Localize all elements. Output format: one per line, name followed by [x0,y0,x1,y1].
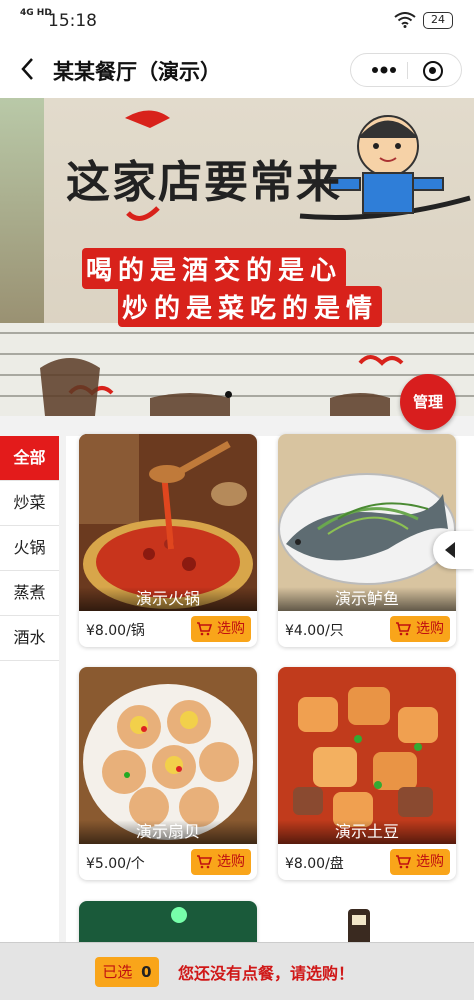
product-card[interactable]: 演示鲈鱼 ¥4.00/只 选购 [278,434,456,647]
navigation-bar: 某某餐厅（演示） [0,42,474,98]
mini-program-capsule [350,53,462,87]
scallop-image [79,667,257,844]
buy-button[interactable]: 选购 [191,616,251,642]
banner-sign-headline: 这家店要常来 [66,157,342,208]
product-card[interactable]: 演示土豆 ¥8.00/盘 选购 [278,667,456,880]
triangle-left-icon [445,542,455,558]
page-title: 某某餐厅（演示） [53,60,221,84]
order-hint: 您还没有点餐，请选购！ [178,964,355,983]
chevron-left-icon [21,58,33,80]
product-name: 演示鲈鱼 [278,587,456,611]
more-button[interactable] [361,54,406,86]
battery-icon: 24 [423,12,453,29]
cart-icon [396,622,411,636]
selected-count-button[interactable]: 已选 0 [95,957,159,987]
fish-image [278,434,456,611]
category-hotpot[interactable]: 火锅 [0,526,59,571]
product-card[interactable]: 演示扇贝 ¥5.00/个 选购 [79,667,257,880]
more-dots-icon [371,66,396,74]
product-card[interactable]: 演示火锅 ¥8.00/锅 选购 [79,434,257,647]
product-price: ¥8.00/盘 [285,856,344,872]
buy-label: 选购 [416,854,444,870]
category-steamed[interactable]: 蒸煮 [0,571,59,616]
manage-button[interactable]: 管理 [400,374,456,430]
product-price: ¥5.00/个 [86,856,145,872]
wifi-icon [394,12,416,28]
selected-label: 已选 [102,963,133,981]
potato-image [278,667,456,844]
product-grid: 演示火锅 ¥8.00/锅 选购 演示鲈鱼 ¥4.00/只 选购 演示扇贝 ¥5.… [66,434,474,961]
product-price: ¥4.00/只 [285,623,344,639]
banner-carousel[interactable]: 这家店要常来 喝的是酒交的是心 炒的是菜吃的是情 [0,98,474,416]
order-bottom-bar: 已选 0 您还没有点餐，请选购！ [0,942,474,1000]
product-price: ¥8.00/锅 [86,623,145,639]
cart-icon [396,855,411,869]
category-sidebar: 全部 炒菜 火锅 蒸煮 酒水 [0,436,59,956]
product-name: 演示扇贝 [79,820,257,844]
close-mini-program-button[interactable] [423,61,443,81]
buy-label: 选购 [416,621,444,637]
category-drinks[interactable]: 酒水 [0,616,59,661]
cart-icon [197,622,212,636]
selected-count: 0 [141,963,152,981]
cart-icon [197,855,212,869]
back-button[interactable] [14,54,44,84]
buy-button[interactable]: 选购 [390,849,450,875]
banner-sign-slogan-1: 喝的是酒交的是心 [82,248,347,289]
buy-label: 选购 [217,621,245,637]
carousel-indicator[interactable] [225,391,232,398]
banner-sign-slogan-2: 炒的是菜吃的是情 [118,286,383,327]
product-name: 演示土豆 [278,820,456,844]
product-name: 演示火锅 [79,587,257,611]
clock: 15:18 [48,11,97,31]
cart-drawer-handle[interactable] [433,531,474,569]
buy-label: 选购 [217,854,245,870]
buy-button[interactable]: 选购 [390,616,450,642]
category-stir-fry[interactable]: 炒菜 [0,481,59,526]
hotpot-image [79,434,257,611]
category-all[interactable]: 全部 [0,436,59,481]
capsule-divider [407,62,408,79]
buy-button[interactable]: 选购 [191,849,251,875]
status-bar: 4G HD 15:18 24 [0,0,474,42]
